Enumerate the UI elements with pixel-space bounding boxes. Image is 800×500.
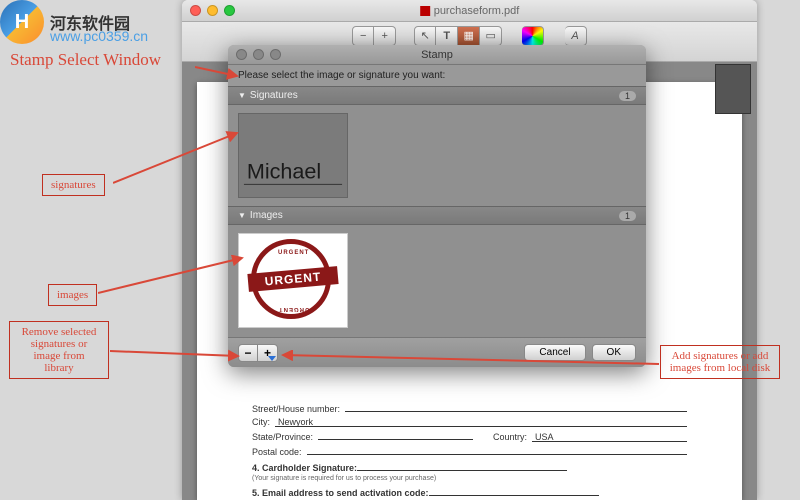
ok-button[interactable]: OK xyxy=(592,344,636,361)
email-section: 5. Email address to send activation code… xyxy=(252,488,687,498)
highlight-tool-button[interactable]: ▭ xyxy=(480,26,502,46)
add-button[interactable]: + xyxy=(258,344,278,362)
select-tool-button[interactable]: ↖ xyxy=(414,26,436,46)
remove-button[interactable]: − xyxy=(238,344,258,362)
maximize-icon[interactable] xyxy=(224,5,235,16)
text-tool-button[interactable]: T xyxy=(436,26,458,46)
stamp-modal: Stamp Please select the image or signatu… xyxy=(228,45,646,367)
signatures-count-badge: 1 xyxy=(619,91,636,101)
colors-button[interactable] xyxy=(522,26,544,46)
modal-prompt: Please select the image or signature you… xyxy=(228,65,646,86)
image-tile[interactable]: URGENT URGENT URGENT xyxy=(238,233,348,328)
signature-tile[interactable]: Michael xyxy=(238,113,348,198)
urgent-stamp-icon: URGENT URGENT URGENT xyxy=(248,236,338,326)
cancel-button[interactable]: Cancel xyxy=(524,344,585,361)
annotation-title: Stamp Select Window xyxy=(10,50,161,70)
images-header[interactable]: ▼Images 1 xyxy=(228,206,646,225)
annotation-add: Add signatures or add images from local … xyxy=(660,345,780,379)
close-icon[interactable] xyxy=(190,5,201,16)
modal-footer: − + Cancel OK xyxy=(228,337,646,367)
annotation-remove: Remove selected signatures or image from… xyxy=(9,321,109,379)
signatures-header[interactable]: ▼Signatures 1 xyxy=(228,86,646,105)
modal-title: Stamp xyxy=(421,49,453,61)
watermark-text: 河东软件园 xyxy=(50,10,130,34)
state-field[interactable] xyxy=(318,430,473,440)
titlebar: purchaseform.pdf xyxy=(182,0,757,22)
country-field[interactable]: USA xyxy=(532,432,687,442)
watermark-logo: H 河东软件园 xyxy=(0,0,130,44)
modal-close-icon[interactable] xyxy=(236,49,247,60)
fonts-button[interactable]: A xyxy=(565,26,587,46)
zoom-in-button[interactable]: + xyxy=(374,26,396,46)
modal-maximize-icon[interactable] xyxy=(270,49,281,60)
stamp-tool-button[interactable]: ▦ xyxy=(458,26,480,46)
annotation-signatures: signatures xyxy=(42,174,105,196)
page-thumbnail[interactable] xyxy=(715,64,751,114)
street-field[interactable] xyxy=(345,402,687,412)
annotation-images: images xyxy=(48,284,97,306)
modal-minimize-icon[interactable] xyxy=(253,49,264,60)
images-count-badge: 1 xyxy=(619,211,636,221)
dropdown-arrow-icon xyxy=(268,356,276,361)
zoom-out-button[interactable]: − xyxy=(352,26,374,46)
svg-text:Michael: Michael xyxy=(247,158,321,183)
postal-field[interactable] xyxy=(307,445,687,455)
city-field[interactable]: Newyork xyxy=(275,417,687,427)
minimize-icon[interactable] xyxy=(207,5,218,16)
signature-section: 4. Cardholder Signature: xyxy=(252,463,687,473)
window-title: purchaseform.pdf xyxy=(420,5,520,17)
modal-titlebar: Stamp xyxy=(228,45,646,65)
